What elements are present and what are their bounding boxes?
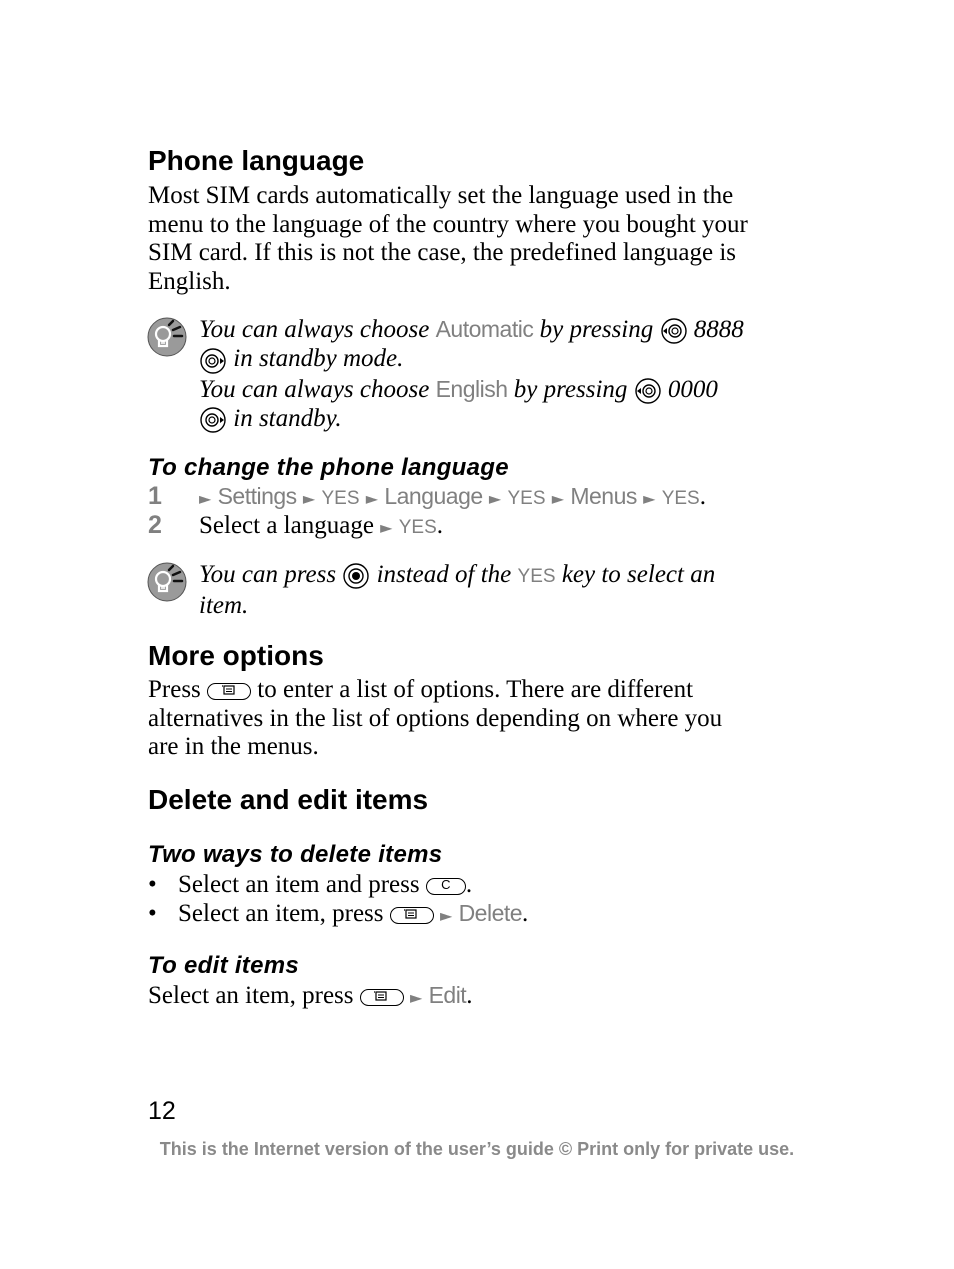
tip-line: in standby. (199, 405, 799, 434)
paragraph-line: SIM card. If this is not the case, the p… (148, 239, 737, 266)
navigation-key-left-icon (634, 378, 661, 404)
tip-line: item. (199, 591, 249, 619)
yes-key: YES (517, 566, 556, 587)
paragraph-line: are in the menus. (148, 733, 319, 760)
yes-key: YES (507, 488, 546, 509)
edit-items-text: Select an item, press ► Edit. (148, 982, 473, 1009)
heading-edit-items: To edit items (148, 952, 300, 979)
lightbulb-tip-icon (147, 562, 187, 602)
yes-key: YES (398, 517, 437, 538)
options-key-icon (207, 682, 252, 700)
step-2: Select a language ► YES. (199, 512, 444, 539)
navigation-key-left-icon (660, 318, 687, 344)
tip-line: You can press instead of the YES key to … (199, 561, 799, 592)
tip-automatic-english: You can always choose Automatic by press… (199, 315, 799, 434)
menu-edit: Edit (428, 982, 467, 1008)
arrow-right-icon: ► (440, 906, 453, 925)
arrow-right-icon: ► (410, 988, 423, 1007)
paragraph-line: alternatives in the list of options depe… (148, 704, 723, 732)
menu-language: Language (384, 483, 483, 509)
menu-settings: Settings (217, 483, 298, 509)
more-options-paragraph: Press to enter a list of options. There … (148, 676, 808, 762)
list-item: • Select an item, press ► Delete. (148, 900, 529, 927)
footer-notice: This is the Internet version of the user… (159, 1139, 795, 1159)
tip-select-key: You can press instead of the YES key to … (199, 561, 799, 620)
paragraph-line: English. (148, 267, 231, 295)
navigation-key-center-icon (343, 563, 370, 589)
step-number: 1 (148, 482, 162, 510)
lightbulb-tip-icon (147, 317, 187, 357)
heading-delete-edit: Delete and edit items (148, 784, 429, 815)
page-number: 12 (148, 1097, 176, 1125)
navigation-key-right-icon (200, 347, 226, 374)
step-number: 2 (148, 511, 162, 539)
paragraph-line: menu to the language of the country wher… (148, 210, 748, 238)
list-item: • Select an item and press C. (148, 871, 473, 898)
english-menu-item: English (435, 375, 508, 402)
automatic-menu-item: Automatic (435, 316, 534, 342)
options-key-icon (359, 988, 404, 1006)
arrow-right-icon: ► (551, 489, 565, 508)
heading-more-options: More options (148, 640, 324, 671)
menu-menus: Menus (570, 483, 637, 509)
arrow-right-icon: ► (199, 489, 212, 508)
arrow-right-icon: ► (643, 489, 656, 508)
tip-line: You can always choose Automatic by press… (199, 315, 799, 345)
paragraph-line: Most SIM cards automatically set the lan… (148, 182, 734, 209)
heading-two-ways-delete: Two ways to delete items (148, 841, 443, 868)
phone-language-paragraph: Most SIM cards automatically set the lan… (148, 182, 808, 296)
c-key-icon: C (425, 877, 466, 895)
heading-phone-language: Phone language (148, 145, 365, 176)
heading-change-language: To change the phone language (148, 454, 509, 481)
tip-line: in standby mode. (199, 345, 799, 374)
menu-delete: Delete (458, 900, 523, 926)
yes-key: YES (661, 488, 700, 509)
arrow-right-icon: ► (365, 489, 379, 508)
options-key-icon (389, 906, 434, 924)
arrow-right-icon: ► (488, 489, 502, 508)
paragraph-line: Press to enter a list of options. There … (148, 676, 694, 703)
step-1: ► Settings ► YES ► Language ► YES ► Menu… (199, 483, 706, 510)
arrow-right-icon: ► (302, 489, 316, 508)
navigation-key-right-icon (200, 407, 226, 433)
arrow-right-icon: ► (380, 518, 393, 537)
tip-line: You can always choose English by pressin… (199, 375, 799, 405)
yes-key: YES (321, 488, 360, 509)
